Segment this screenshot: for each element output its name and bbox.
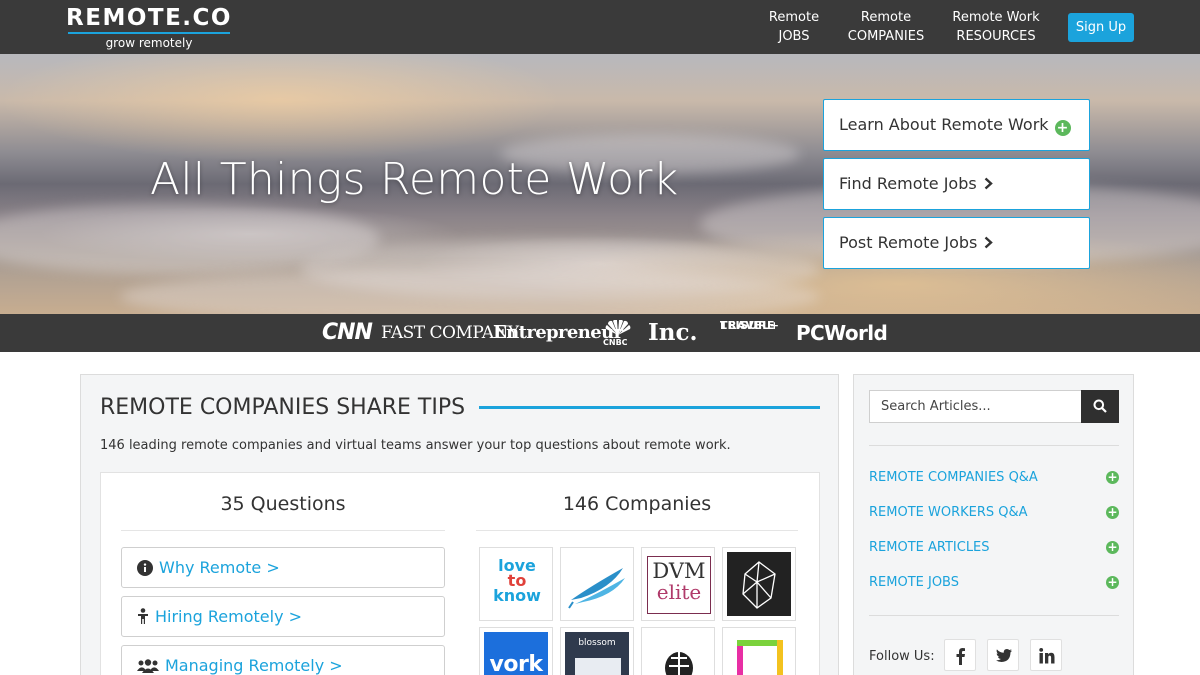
managing-remotely-button[interactable]: Managing Remotely > (121, 645, 445, 675)
plus-circle-icon: + (1106, 470, 1119, 484)
hero-banner: All Things Remote Work Learn About Remot… (0, 54, 1200, 314)
sidebar-item-label: REMOTE COMPANIES Q&A (869, 470, 1038, 485)
search-icon (1093, 399, 1107, 413)
nav-remote-companies-line2: COMPANIES (847, 29, 925, 44)
feather-logo[interactable] (560, 547, 634, 621)
inc-logo: Inc. (648, 319, 698, 346)
person-icon (138, 608, 148, 624)
sidebar: REMOTE COMPANIES Q&A + REMOTE WORKERS Q&… (853, 374, 1134, 675)
nav-remote-companies-line1: Remote (860, 10, 912, 25)
top-navigation: REMOTE.CO grow remotely Remote JOBS Remo… (0, 0, 1200, 54)
sidebar-item-remote-companies-qa[interactable]: REMOTE COMPANIES Q&A + (869, 470, 1119, 485)
nav-remote-jobs-line1: Remote (768, 10, 820, 25)
helmet-logo[interactable] (641, 627, 715, 675)
linkedin-button[interactable] (1030, 639, 1062, 671)
section-title: REMOTE COMPANIES SHARE TIPS (100, 395, 466, 420)
pcworld-logo: PCWorld (796, 321, 888, 345)
facebook-icon (956, 648, 965, 665)
info-circle-icon (137, 560, 153, 576)
blossom-logo[interactable]: blossom (560, 627, 634, 675)
title-rule (479, 406, 820, 409)
find-remote-jobs-button[interactable]: Find Remote Jobs (823, 158, 1090, 210)
hiring-remotely-button[interactable]: Hiring Remotely > (121, 596, 445, 637)
logo-tagline: grow remotely (105, 36, 193, 50)
section-intro: 146 leading remote companies and virtual… (100, 438, 731, 453)
logo-underline (68, 32, 230, 34)
feather-icon (568, 568, 625, 609)
sidebar-divider (869, 615, 1119, 616)
search-articles-input[interactable] (869, 390, 1082, 423)
cnbc-logo: CNBC (603, 338, 628, 347)
questions-heading: 35 Questions (220, 493, 346, 515)
nav-remote-companies[interactable]: Remote COMPANIES (842, 8, 930, 46)
nav-remote-jobs[interactable]: Remote JOBS (764, 8, 824, 46)
users-icon (137, 659, 159, 673)
logo-text-dvm: DVM (652, 559, 706, 583)
logo-text-know: know (493, 586, 541, 605)
learn-about-remote-work-label: Learn About Remote Work (839, 115, 1049, 134)
post-remote-jobs-label: Post Remote Jobs (839, 233, 978, 252)
sidebar-item-remote-workers-qa[interactable]: REMOTE WORKERS Q&A + (869, 505, 1119, 520)
chevron-right-icon (985, 236, 994, 249)
logo-text-vork: vork (489, 652, 543, 675)
vork-logo[interactable]: vork (479, 627, 553, 675)
frame-logo[interactable] (722, 627, 796, 675)
nav-resources-line1: Remote Work (952, 10, 1040, 25)
find-remote-jobs-label: Find Remote Jobs (839, 174, 977, 193)
plus-circle-icon: + (1106, 505, 1119, 519)
cnn-logo: CNN (322, 320, 373, 345)
dvm-elite-logo[interactable]: DVM elite (641, 547, 715, 621)
site-logo[interactable]: REMOTE.CO grow remotely (66, 4, 232, 51)
sign-up-button[interactable]: Sign Up (1068, 13, 1134, 42)
managing-remotely-label: Managing Remotely > (165, 656, 343, 675)
crystal-icon (742, 561, 776, 609)
sidebar-divider (869, 445, 1119, 446)
why-remote-button[interactable]: Why Remote > (121, 547, 445, 588)
nav-remote-jobs-line2: JOBS (778, 29, 810, 44)
questions-companies-box: 35 Questions 146 Companies Why Remote > … (100, 472, 820, 675)
sidebar-item-label: REMOTE WORKERS Q&A (869, 505, 1028, 520)
crystal-logo[interactable] (722, 547, 796, 621)
nav-resources-line2: RESOURCES (956, 29, 1036, 44)
travel-leisure-logo-line2: LEISURE (720, 319, 775, 332)
remote-companies-tips-panel: REMOTE COMPANIES SHARE TIPS 146 leading … (80, 374, 839, 675)
helmet-icon (665, 652, 693, 675)
logo-wordmark: REMOTE.CO (66, 5, 232, 31)
twitter-button[interactable] (987, 639, 1019, 671)
companies-divider (476, 530, 798, 531)
logo-text-elite: elite (656, 580, 702, 604)
plus-circle-icon: + (1106, 575, 1119, 589)
sidebar-item-remote-articles[interactable]: REMOTE ARTICLES + (869, 540, 1119, 555)
linkedin-icon (1039, 648, 1055, 664)
plus-circle-icon: + (1106, 540, 1119, 554)
twitter-icon (996, 649, 1012, 662)
why-remote-label: Why Remote > (159, 558, 280, 577)
sidebar-item-label: REMOTE JOBS (869, 575, 959, 590)
logo-text-blossom: blossom (578, 638, 616, 648)
facebook-button[interactable] (944, 639, 976, 671)
lovetoknow-logo[interactable]: love to know (479, 547, 553, 621)
follow-us-label: Follow Us: (869, 649, 935, 664)
sidebar-item-remote-jobs[interactable]: REMOTE JOBS + (869, 575, 1119, 590)
learn-about-remote-work-button[interactable]: Learn About Remote Work + (823, 99, 1090, 151)
hiring-remotely-label: Hiring Remotely > (155, 607, 303, 626)
chevron-right-icon (984, 177, 993, 190)
hero-title: All Things Remote Work (150, 154, 679, 205)
search-button[interactable] (1081, 390, 1119, 423)
plus-circle-icon: + (1054, 120, 1071, 136)
questions-divider (121, 530, 445, 531)
press-logos-strip: CNN FAST COMPANY Entrepreneur CNBC Inc. … (0, 314, 1200, 352)
sidebar-item-label: REMOTE ARTICLES (869, 540, 990, 555)
nav-remote-work-resources[interactable]: Remote Work RESOURCES (948, 8, 1044, 46)
post-remote-jobs-button[interactable]: Post Remote Jobs (823, 217, 1090, 269)
companies-heading: 146 Companies (562, 493, 712, 515)
